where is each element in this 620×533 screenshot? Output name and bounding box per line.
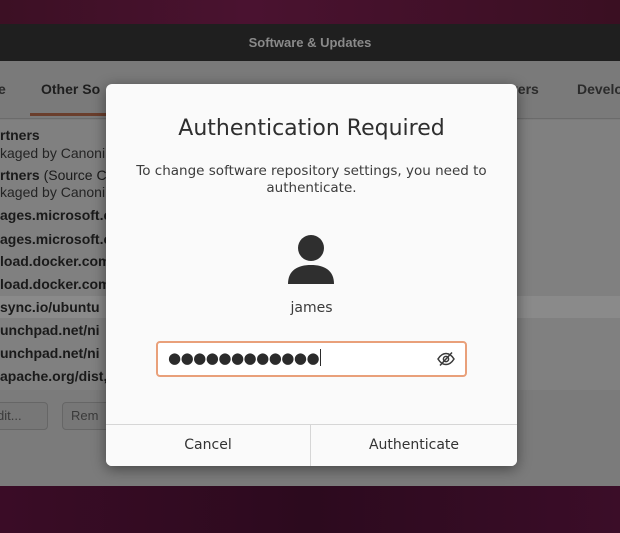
cancel-button[interactable]: Cancel [106, 425, 311, 466]
list-item-suffix: (Source C [39, 167, 107, 183]
password-masked-text: ●●●●●●●●●●●● [168, 349, 322, 367]
authenticate-button[interactable]: Authenticate [311, 425, 517, 466]
password-field[interactable]: ●●●●●●●●●●●● [156, 341, 467, 377]
list-item-subtitle: kaged by Canoni [0, 145, 106, 161]
tab-other-software[interactable]: Other So [41, 81, 100, 97]
list-item[interactable]: load.docker.com [0, 276, 110, 292]
dialog-title: Authentication Required [178, 116, 445, 141]
desktop-wallpaper-bottom [0, 486, 620, 533]
list-item[interactable]: ages.microsoft.c [0, 207, 111, 223]
tab-developer-options[interactable]: Develo [577, 81, 620, 97]
list-item[interactable]: rtners [0, 127, 40, 143]
list-item[interactable]: load.docker.com [0, 253, 110, 269]
text-cursor [320, 349, 322, 366]
edit-button[interactable]: dit... [0, 402, 48, 430]
window-title: Software & Updates [0, 24, 620, 61]
dialog-button-row: Cancel Authenticate [106, 424, 517, 466]
username-label: james [290, 300, 333, 316]
list-item[interactable]: rtners (Source C [0, 167, 107, 183]
dialog-message: To change software repository settings, … [136, 163, 487, 196]
list-item[interactable]: sync.io/ubuntu [0, 299, 100, 315]
user-avatar-icon [288, 235, 334, 284]
desktop-wallpaper-top [0, 0, 620, 24]
list-item[interactable]: unchpad.net/ni [0, 345, 100, 361]
list-item[interactable]: ages.microsoft.c [0, 231, 111, 247]
list-item-title: rtners [0, 167, 40, 183]
list-item[interactable]: unchpad.net/ni [0, 322, 100, 338]
authentication-dialog: Authentication Required To change softwa… [106, 84, 517, 466]
list-item[interactable]: apache.org/dist, [0, 368, 107, 384]
tab-partial-left[interactable]: e [0, 81, 6, 97]
eye-slash-icon[interactable] [437, 351, 455, 367]
list-item-subtitle: kaged by Canoni [0, 184, 106, 200]
